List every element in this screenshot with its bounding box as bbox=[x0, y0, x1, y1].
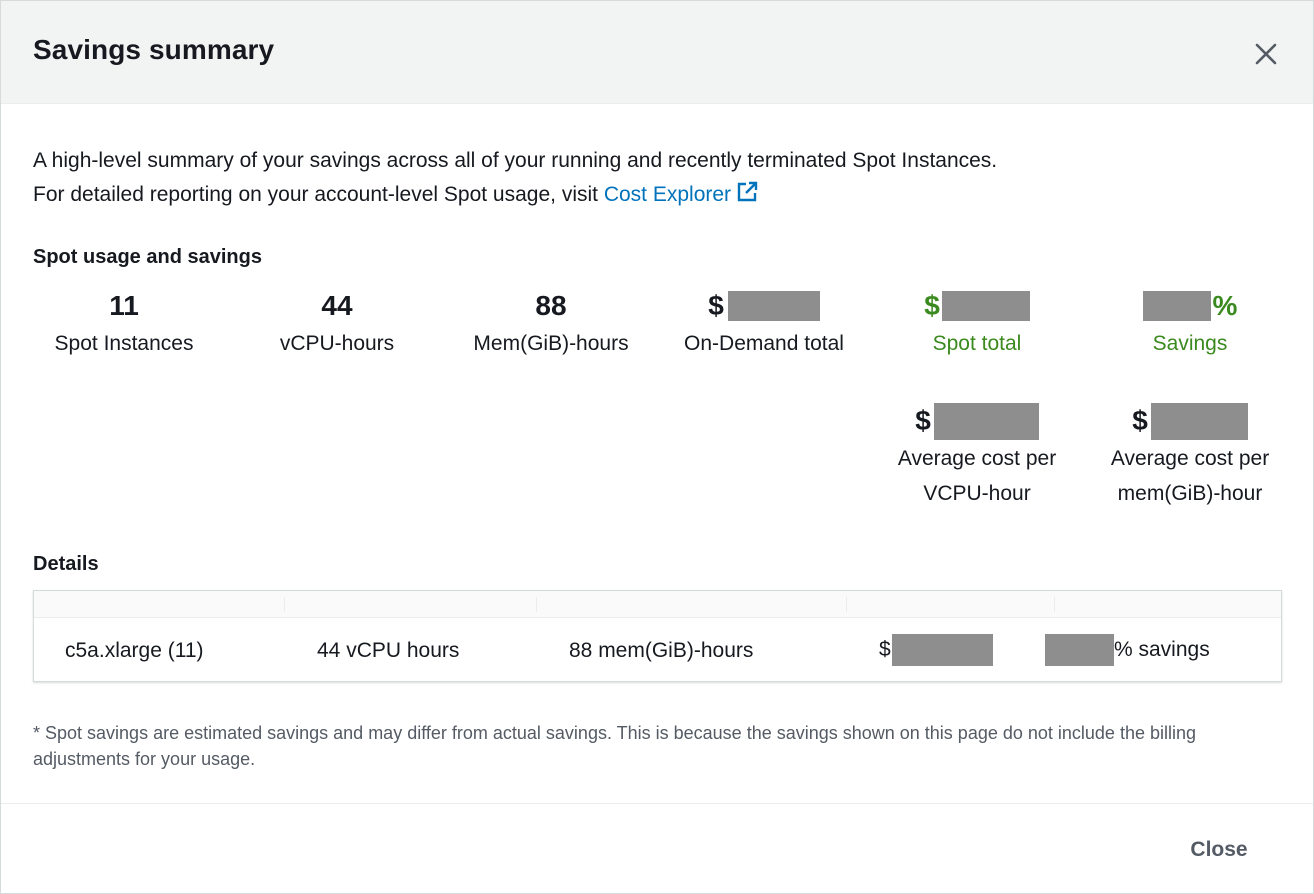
metric-value: $ bbox=[870, 402, 1084, 440]
percent-symbol: % bbox=[1212, 290, 1238, 321]
close-icon[interactable] bbox=[1249, 37, 1283, 71]
redacted-value bbox=[1045, 634, 1114, 666]
metric-label: vCPU-hours bbox=[279, 332, 395, 355]
cost-explorer-link[interactable]: Cost Explorer bbox=[603, 180, 759, 206]
column-divider bbox=[284, 597, 285, 612]
metric-value: $ bbox=[870, 288, 1084, 324]
close-button[interactable]: Close bbox=[1171, 830, 1267, 870]
redacted-value bbox=[933, 402, 1039, 440]
currency-symbol: $ bbox=[924, 290, 940, 321]
redacted-value bbox=[891, 634, 993, 666]
usage-section-title: Spot usage and savings bbox=[33, 246, 262, 268]
redacted-value bbox=[1150, 402, 1248, 440]
metric-on-demand-total: $ On-Demand total bbox=[657, 288, 871, 361]
metric-label-line-2: VCPU-hour bbox=[923, 482, 1031, 505]
metric-label: Savings bbox=[1152, 332, 1228, 355]
savings-suffix: % savings bbox=[1114, 638, 1210, 661]
column-divider bbox=[536, 597, 537, 612]
metric-savings: % Savings bbox=[1083, 288, 1297, 361]
table-header bbox=[34, 591, 1281, 618]
intro-text: A high-level summary of your savings acr… bbox=[33, 144, 997, 212]
metric-value: $ bbox=[1083, 402, 1297, 440]
modal-header: Savings summary bbox=[1, 1, 1313, 104]
column-divider bbox=[846, 597, 847, 612]
cell-instance-type: c5a.xlarge (11) bbox=[65, 639, 204, 662]
intro-line-2: For detailed reporting on your account-l… bbox=[33, 178, 997, 212]
details-section-title: Details bbox=[33, 553, 99, 575]
footnote: * Spot savings are estimated savings and… bbox=[33, 723, 1196, 769]
metric-label-line-2: mem(GiB)-hour bbox=[1117, 482, 1263, 505]
cell-mem-hours: 88 mem(GiB)-hours bbox=[569, 639, 754, 662]
cell-savings: % savings bbox=[1045, 634, 1210, 666]
modal-title: Savings summary bbox=[33, 34, 275, 65]
metric-mem-hours: 88 Mem(GiB)-hours bbox=[444, 288, 658, 361]
metric-value: 11 bbox=[109, 290, 139, 321]
metric-spot-total: $ Spot total bbox=[870, 288, 1084, 361]
cell-vcpu-hours: 44 vCPU hours bbox=[317, 639, 460, 662]
metric-value: 88 bbox=[535, 290, 567, 321]
currency-symbol: $ bbox=[708, 290, 724, 321]
modal-footer-divider bbox=[1, 803, 1313, 804]
metric-label: Mem(GiB)-hours bbox=[473, 332, 629, 355]
cell-cost: $ bbox=[879, 634, 993, 666]
metric-spot-instances: 11 Spot Instances bbox=[17, 288, 231, 361]
currency-symbol: $ bbox=[1132, 405, 1148, 436]
intro-line-2-prefix: For detailed reporting on your account-l… bbox=[33, 183, 604, 206]
metric-label: On-Demand total bbox=[684, 332, 844, 355]
metric-label-line-1: Average cost per bbox=[897, 447, 1057, 470]
cost-explorer-link-label: Cost Explorer bbox=[603, 183, 732, 206]
metric-avg-cost-vcpu: $ Average cost per VCPU-hour bbox=[870, 402, 1084, 511]
redacted-value bbox=[941, 291, 1030, 321]
metric-vcpu-hours: 44 vCPU-hours bbox=[230, 288, 444, 361]
redacted-value bbox=[1142, 291, 1211, 321]
currency-symbol: $ bbox=[915, 405, 931, 436]
metric-label-line-1: Average cost per bbox=[1110, 447, 1270, 470]
savings-summary-modal: Savings summary A high-level summary of … bbox=[0, 0, 1314, 894]
metric-value: $ bbox=[657, 288, 871, 324]
metric-label: Spot total bbox=[932, 332, 1022, 355]
metric-value: 44 bbox=[321, 290, 353, 321]
metric-value: % bbox=[1083, 288, 1297, 324]
details-table: c5a.xlarge (11) 44 vCPU hours 88 mem(GiB… bbox=[33, 590, 1282, 682]
metric-label: Spot Instances bbox=[54, 332, 194, 355]
column-divider bbox=[1054, 597, 1055, 612]
intro-line-1: A high-level summary of your savings acr… bbox=[33, 149, 998, 172]
external-link-icon bbox=[735, 180, 759, 204]
metric-avg-cost-mem: $ Average cost per mem(GiB)-hour bbox=[1083, 402, 1297, 511]
redacted-value bbox=[727, 291, 820, 321]
currency-symbol: $ bbox=[879, 638, 891, 661]
